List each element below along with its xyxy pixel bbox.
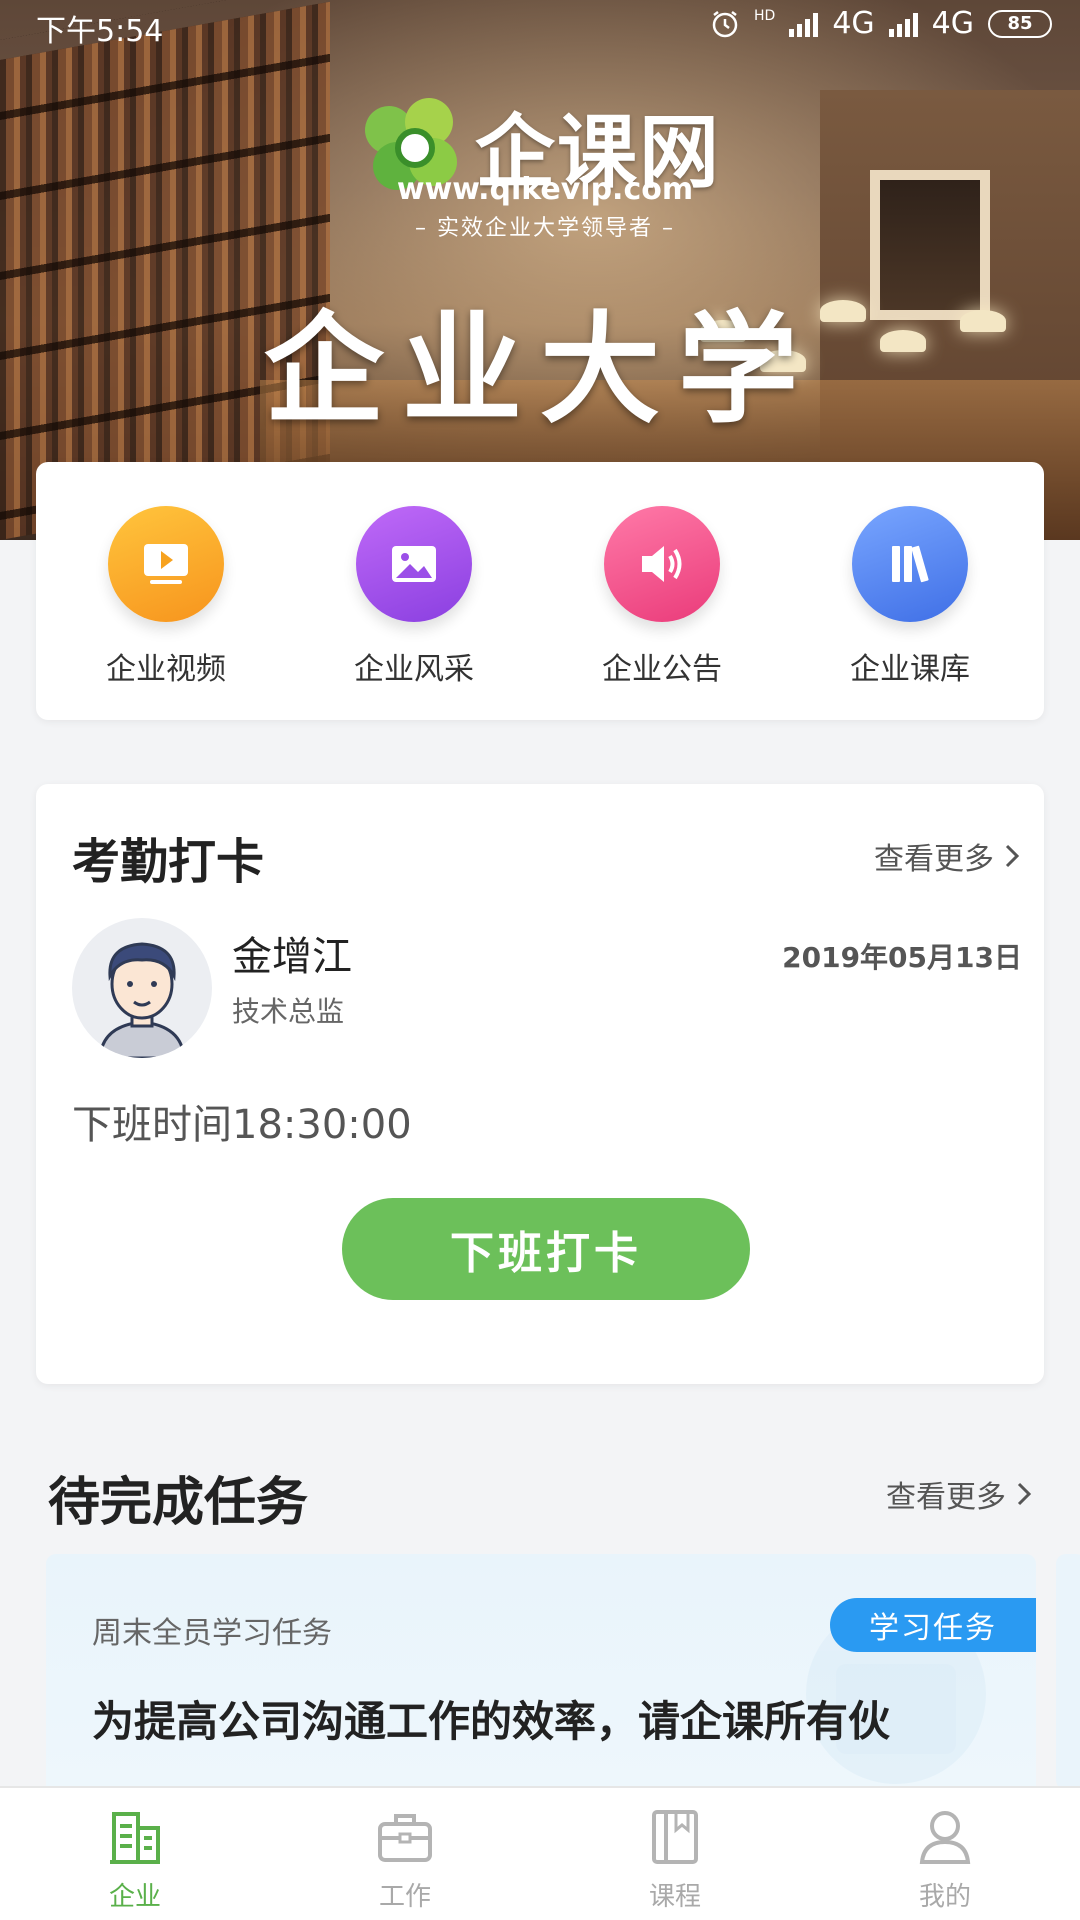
tab-label: 我的 — [918, 1882, 971, 1912]
tab-enterprise[interactable]: 企业 — [0, 1788, 270, 1920]
status-bar: 下午5:54 HD 4G 4G 85 — [0, 0, 1080, 49]
user-role: 技术总监 — [232, 995, 345, 1028]
task-description: 为提高公司沟通工作的效率，请企课所有伙 — [92, 1697, 891, 1746]
hero-banner[interactable]: 企课网 www.qikevip.com – 实效企业大学领导者 – 企业大学 — [0, 0, 1080, 540]
book-icon — [652, 1810, 698, 1864]
tab-label: 课程 — [648, 1882, 701, 1912]
avatar — [72, 918, 212, 1058]
tasks-more-link[interactable]: 查看更多 — [886, 1472, 1034, 1516]
quick-action-label: 企业视频 — [106, 652, 226, 687]
status-indicators: HD 4G 4G 85 — [710, 6, 1052, 41]
offwork-time: 下班时间18:30:00 — [72, 1102, 412, 1148]
more-link-label: 查看更多 — [874, 842, 994, 877]
chevron-right-icon — [1005, 844, 1020, 868]
tab-label: 工作 — [378, 1882, 431, 1912]
alarm-icon — [712, 10, 738, 37]
task-card[interactable]: 周末全员学习任务 学习任务 为提高公司沟通工作的效率，请企课所有伙 — [46, 1554, 1036, 1790]
tab-mine[interactable]: 我的 — [810, 1788, 1080, 1920]
quick-action-style[interactable]: 企业风采 — [314, 506, 514, 688]
image-icon — [356, 506, 472, 622]
signal-icon — [888, 11, 918, 37]
battery-icon: 85 — [988, 9, 1052, 38]
enterprise-icon — [110, 1812, 160, 1864]
hd-indicator: HD — [754, 7, 776, 24]
brand-slogan: – 实效企业大学领导者 – — [415, 216, 675, 241]
network-type: 4G — [931, 6, 974, 41]
punch-out-button[interactable]: 下班打卡 — [342, 1198, 750, 1300]
next-task-card-peek[interactable] — [1056, 1554, 1080, 1790]
speaker-icon — [604, 506, 720, 622]
tab-label: 企业 — [108, 1882, 161, 1912]
chevron-right-icon — [1017, 1482, 1032, 1506]
quick-action-label: 企业风采 — [354, 652, 474, 687]
quick-action-label: 企业公告 — [602, 652, 722, 687]
attendance-date: 2019年05月13日 — [782, 941, 1022, 974]
user-avatar-icon — [98, 942, 186, 1058]
attendance-title: 考勤打卡 — [72, 834, 265, 890]
briefcase-icon — [378, 1814, 432, 1862]
attendance-card: 考勤打卡 查看更多 金增江 技术总监 2019年05月13日 下班时间18:30… — [36, 784, 1044, 1384]
hero-title: 企业大学 — [264, 301, 816, 440]
quick-actions-card: 企业视频 企业风采 企业公告 企业课库 — [36, 462, 1044, 720]
tab-courses[interactable]: 课程 — [540, 1788, 810, 1920]
more-link-label: 查看更多 — [886, 1480, 1006, 1515]
task-subtitle: 周末全员学习任务 — [92, 1616, 332, 1651]
status-time: 下午5:54 — [36, 14, 164, 49]
user-name: 金增江 — [232, 934, 352, 980]
quick-action-notice[interactable]: 企业公告 — [562, 506, 762, 688]
books-icon — [852, 506, 968, 622]
bottom-tab-bar: 企业 工作 课程 我的 — [0, 1786, 1080, 1920]
task-tag-badge: 学习任务 — [830, 1598, 1036, 1652]
user-icon — [919, 1811, 971, 1864]
decoration-illustration — [806, 1604, 986, 1784]
network-type: 4G — [832, 6, 875, 41]
tab-work[interactable]: 工作 — [270, 1788, 540, 1920]
video-play-icon — [108, 506, 224, 622]
signal-icon — [789, 11, 819, 37]
attendance-more-link[interactable]: 查看更多 — [874, 834, 1022, 878]
quick-action-library[interactable]: 企业课库 — [810, 506, 1010, 688]
quick-action-label: 企业课库 — [850, 652, 970, 687]
tasks-title: 待完成任务 — [48, 1473, 309, 1533]
brand-url: www.qikevip.com — [396, 172, 694, 207]
quick-action-video[interactable]: 企业视频 — [66, 506, 266, 688]
